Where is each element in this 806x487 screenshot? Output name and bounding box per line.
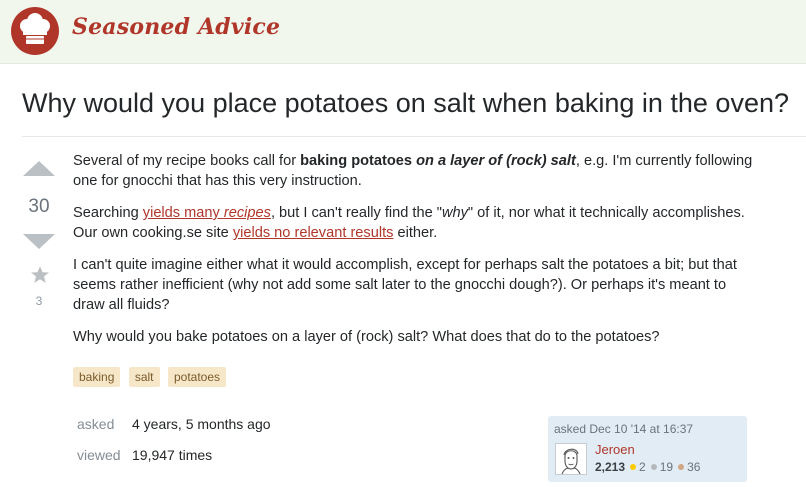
silver-badge-count: 19 (659, 460, 674, 474)
bold-italic-text: on a layer of (rock) salt (416, 153, 576, 169)
viewed-value: 19,947 times (132, 447, 213, 463)
site-header: Seasoned Advice (0, 0, 806, 64)
reputation-score: 2,213 (595, 460, 626, 474)
bold-text: baking potatoes (300, 153, 417, 169)
user-name-link[interactable]: Jeroen (595, 442, 635, 457)
paragraph: Several of my recipe books call for baki… (73, 151, 753, 191)
favorite-star-icon[interactable] (29, 264, 51, 286)
asked-value[interactable]: 4 years, 5 months ago (132, 416, 271, 432)
avatar[interactable] (555, 443, 587, 475)
paragraph: Searching yields many recipes, but I can… (73, 203, 753, 243)
favorite-count: 3 (35, 294, 43, 308)
text: , but I can't really find the " (270, 205, 442, 221)
tag-potatoes[interactable]: potatoes (167, 367, 227, 387)
paragraph: I can't quite imagine either what it wou… (73, 257, 737, 313)
upvote-arrow-icon[interactable] (23, 161, 55, 176)
vote-count: 30 (28, 196, 50, 217)
site-search-link[interactable]: yields no relevant results (233, 225, 394, 241)
asked-time[interactable]: asked Dec 10 '14 at 16:37 (554, 422, 693, 436)
title-divider (22, 136, 806, 137)
tag-salt[interactable]: salt (128, 367, 160, 387)
text: Searching (73, 205, 143, 221)
question-title[interactable]: Why would you place potatoes on salt whe… (22, 88, 789, 119)
asked-label: asked (77, 416, 115, 432)
chef-hat-icon[interactable] (10, 6, 60, 56)
bronze-badge-icon (678, 464, 685, 471)
owner-card: asked Dec 10 '14 at 16:37 Jeroen 2,213 2 1… (548, 416, 747, 482)
tag-baking[interactable]: baking (73, 367, 121, 387)
question-body: Several of my recipe books call for baki… (73, 151, 753, 359)
site-name[interactable]: Seasoned Advice (72, 14, 280, 40)
bronze-badge-count: 36 (687, 460, 701, 474)
downvote-arrow-icon[interactable] (23, 234, 55, 249)
search-results-link[interactable]: yields many recipes (143, 205, 271, 221)
silver-badge-icon (650, 464, 657, 471)
text: Several of my recipe books call for (73, 153, 301, 169)
gold-badge-icon (630, 464, 637, 471)
gold-badge-count: 2 (639, 460, 646, 474)
tag-list: baking salt potatoes (73, 367, 230, 387)
italic-text: why (441, 205, 468, 221)
text: either. (393, 225, 438, 241)
user-stats: 2,213 2 19 36 (595, 460, 700, 474)
paragraph: Why would you bake potatoes on a layer o… (73, 329, 660, 345)
viewed-label: viewed (77, 447, 121, 463)
